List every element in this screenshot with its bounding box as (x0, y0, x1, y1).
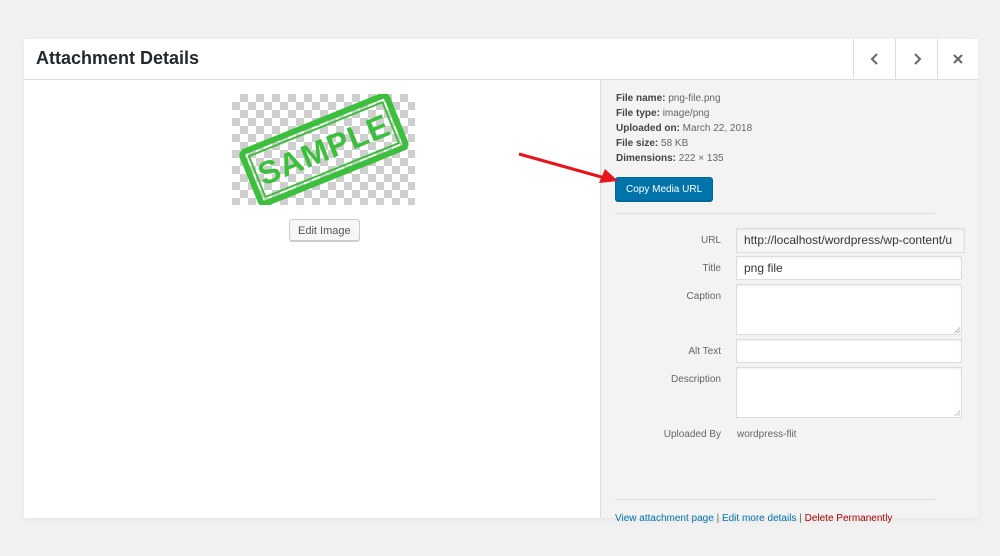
file-name-label: File name: (616, 93, 666, 104)
url-label: URL (700, 235, 721, 246)
link-separator: | (716, 513, 720, 524)
dimensions-row: Dimensions: 222 × 135 (616, 151, 752, 166)
next-attachment-button[interactable] (895, 39, 937, 79)
file-metadata: File name: png-file.png File type: image… (616, 91, 752, 166)
attachment-details-modal: Attachment Details SAMPLE Edit Image Fil… (24, 39, 978, 524)
modal-header: Attachment Details (24, 39, 978, 80)
uploaded-on-label: Uploaded on: (616, 123, 680, 134)
divider (615, 213, 935, 214)
file-name-row: File name: png-file.png (616, 91, 752, 106)
sample-stamp-image: SAMPLE (239, 94, 409, 205)
edit-more-details-link[interactable]: Edit more details (722, 513, 796, 524)
uploaded-by-value: wordpress-flit (737, 429, 797, 440)
title-label: Title (702, 263, 721, 274)
copy-media-url-button[interactable]: Copy Media URL (615, 177, 714, 201)
delete-permanently-link[interactable]: Delete Permanently (805, 513, 893, 524)
attachment-info-pane: File name: png-file.png File type: image… (600, 80, 978, 524)
caption-label: Caption (686, 291, 721, 302)
uploaded-on-row: Uploaded on: March 22, 2018 (616, 121, 752, 136)
chevron-right-icon (913, 53, 921, 65)
file-size-value: 58 KB (661, 138, 689, 149)
view-attachment-page-link[interactable]: View attachment page (615, 513, 714, 524)
uploaded-on-value: March 22, 2018 (682, 123, 753, 134)
dimensions-label: Dimensions: (616, 153, 677, 164)
link-separator: | (799, 513, 802, 524)
uploaded-by-label: Uploaded By (663, 429, 721, 440)
alt-text-label: Alt Text (688, 346, 721, 357)
attachment-preview-pane: SAMPLE Edit Image (24, 80, 600, 518)
previous-attachment-button[interactable] (853, 39, 895, 79)
file-type-row: File type: image/png (616, 106, 752, 121)
description-label: Description (670, 374, 721, 385)
divider (615, 499, 935, 500)
file-type-value: image/png (662, 108, 710, 119)
attachment-actions: View attachment page | Edit more details… (615, 513, 892, 524)
close-modal-button[interactable] (937, 39, 978, 79)
description-textarea[interactable] (736, 367, 962, 418)
file-name-value: png-file.png (668, 93, 721, 104)
file-size-label: File size: (616, 138, 659, 149)
resize-grip-icon[interactable] (954, 410, 960, 416)
close-icon (953, 54, 963, 64)
modal-title: Attachment Details (36, 48, 200, 68)
title-field[interactable]: png file (736, 256, 962, 280)
resize-grip-icon[interactable] (954, 327, 960, 333)
url-field[interactable]: http://localhost/wordpress/wp-content/u (736, 228, 965, 253)
annotation-arrow-icon (518, 152, 618, 183)
edit-image-button[interactable]: Edit Image (289, 219, 360, 241)
attachment-thumbnail: SAMPLE (232, 94, 415, 205)
dimensions-value: 222 × 135 (678, 153, 724, 164)
caption-textarea[interactable] (736, 284, 962, 335)
file-type-label: File type: (616, 108, 660, 119)
file-size-row: File size: 58 KB (616, 136, 752, 151)
chevron-left-icon (870, 53, 878, 65)
alt-text-field[interactable] (736, 339, 962, 363)
